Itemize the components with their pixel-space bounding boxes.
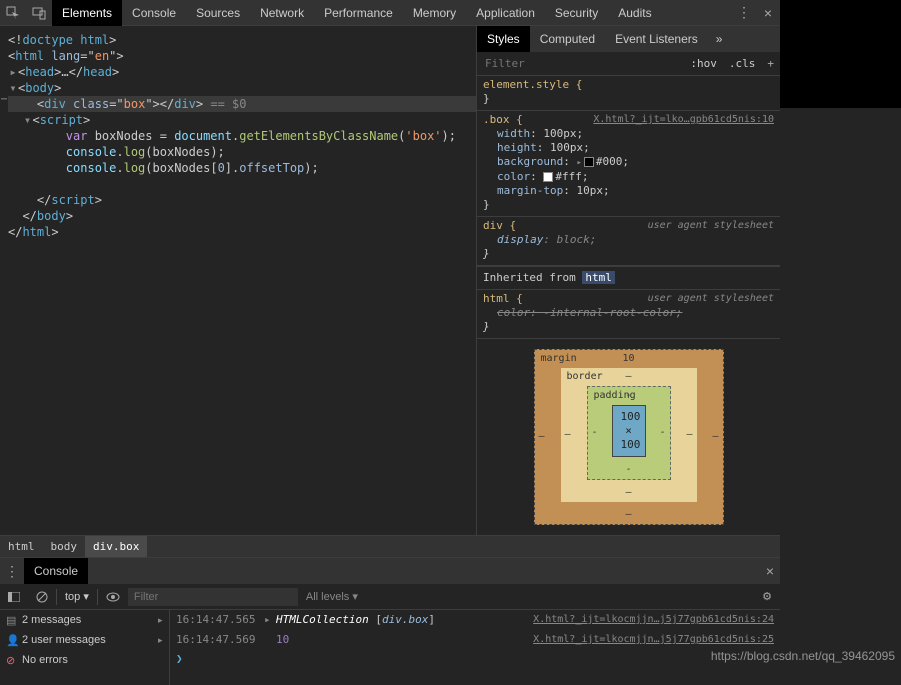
tab-application[interactable]: Application (466, 0, 545, 26)
log-row[interactable]: 16:14:47.569 10 X.html?_ijt=lkocmjjn…j5j… (170, 630, 780, 650)
gear-icon[interactable]: ⚙ (754, 590, 780, 603)
tab-audits[interactable]: Audits (608, 0, 661, 26)
rule-box[interactable]: X.html?_ijt=lko…gpb61cd5nis:10 .box { wi… (477, 111, 780, 217)
log-levels-selector[interactable]: All levels ▾ (306, 590, 358, 603)
more-tabs-icon[interactable]: » (708, 32, 731, 46)
log-row[interactable]: 16:14:47.565 ▸ HTMLCollection [div.box] … (170, 610, 780, 630)
sidebar-toggle-icon[interactable] (0, 592, 28, 602)
console-sidebar: ▸▤2 messages ▸👤2 user messages ⊘No error… (0, 610, 170, 685)
rule-element-style[interactable]: element.style { } (477, 76, 780, 111)
cls-button[interactable]: .cls (723, 57, 762, 70)
console-drawer: ⋮ Console × top ▾ All levels ▾ ⚙ ▸▤2 mes… (0, 557, 780, 685)
console-prompt[interactable]: ❯ (170, 650, 780, 667)
tab-security[interactable]: Security (545, 0, 608, 26)
live-expression-icon[interactable] (98, 592, 128, 602)
tab-styles[interactable]: Styles (477, 26, 530, 52)
error-icon: ⊘ (6, 654, 15, 667)
tab-sources[interactable]: Sources (186, 0, 250, 26)
selected-element[interactable]: <div class="box"></div> == $0 (8, 96, 476, 112)
main-tabbar: Elements Console Sources Network Perform… (0, 0, 780, 26)
kebab-icon[interactable]: ⋮ (732, 4, 756, 21)
messages-icon: ▤ (6, 614, 16, 627)
breadcrumb: html body div.box (0, 535, 780, 557)
inspect-icon[interactable] (0, 6, 26, 20)
crumb-body[interactable]: body (43, 536, 86, 558)
tab-memory[interactable]: Memory (403, 0, 466, 26)
tab-event-listeners[interactable]: Event Listeners (605, 26, 708, 52)
tab-console[interactable]: Console (122, 0, 186, 26)
crumb-divbox[interactable]: div.box (85, 536, 147, 558)
clear-console-icon[interactable] (28, 591, 56, 603)
tab-network[interactable]: Network (250, 0, 314, 26)
user-icon: 👤 (6, 634, 20, 647)
crumb-html[interactable]: html (0, 536, 43, 558)
tab-computed[interactable]: Computed (530, 26, 605, 52)
rule-html-ua[interactable]: user agent stylesheet html { color: -int… (477, 290, 780, 339)
source-link[interactable]: X.html?_ijt=lkocmjjn…j5j77gpb61cd5nis:25 (533, 632, 774, 648)
hov-button[interactable]: :hov (684, 57, 723, 70)
drawer-close-icon[interactable]: × (760, 563, 780, 579)
close-icon[interactable]: × (756, 5, 780, 21)
drawer-tab-console[interactable]: Console (24, 558, 88, 584)
selected-marker-icon: ⋯ (0, 92, 7, 108)
rule-div-ua[interactable]: user agent stylesheet div { display: blo… (477, 217, 780, 266)
elements-panel[interactable]: ⋯ <!doctype html> <html lang="en"> ▸<hea… (0, 26, 476, 535)
inherited-header: Inherited from html (477, 266, 780, 290)
tab-performance[interactable]: Performance (314, 0, 403, 26)
drawer-kebab-icon[interactable]: ⋮ (0, 563, 24, 580)
color-swatch-icon[interactable] (543, 172, 553, 182)
context-selector[interactable]: top ▾ (57, 590, 97, 603)
box-model[interactable]: margin 10 – – – border – – – – padding -… (477, 339, 780, 535)
color-swatch-icon[interactable] (584, 157, 594, 167)
sidebar-messages[interactable]: ▸▤2 messages (0, 610, 169, 630)
styles-filter-input[interactable] (477, 57, 684, 70)
sidebar-user-messages[interactable]: ▸👤2 user messages (0, 630, 169, 650)
styles-panel: Styles Computed Event Listeners » :hov .… (476, 26, 780, 535)
device-icon[interactable] (26, 6, 52, 20)
shorthand-arrow-icon[interactable]: ▸ (576, 158, 581, 168)
new-rule-button[interactable]: + (761, 57, 780, 70)
source-link[interactable]: X.html?_ijt=lko…gpb61cd5nis:10 (593, 113, 774, 127)
sidebar-errors[interactable]: ⊘No errors (0, 650, 169, 670)
page-preview (780, 0, 901, 108)
source-link[interactable]: X.html?_ijt=lkocmjjn…j5j77gpb61cd5nis:24 (533, 612, 774, 628)
console-filter-input[interactable] (128, 588, 298, 606)
tab-elements[interactable]: Elements (52, 0, 122, 26)
console-log[interactable]: 16:14:47.565 ▸ HTMLCollection [div.box] … (170, 610, 780, 685)
